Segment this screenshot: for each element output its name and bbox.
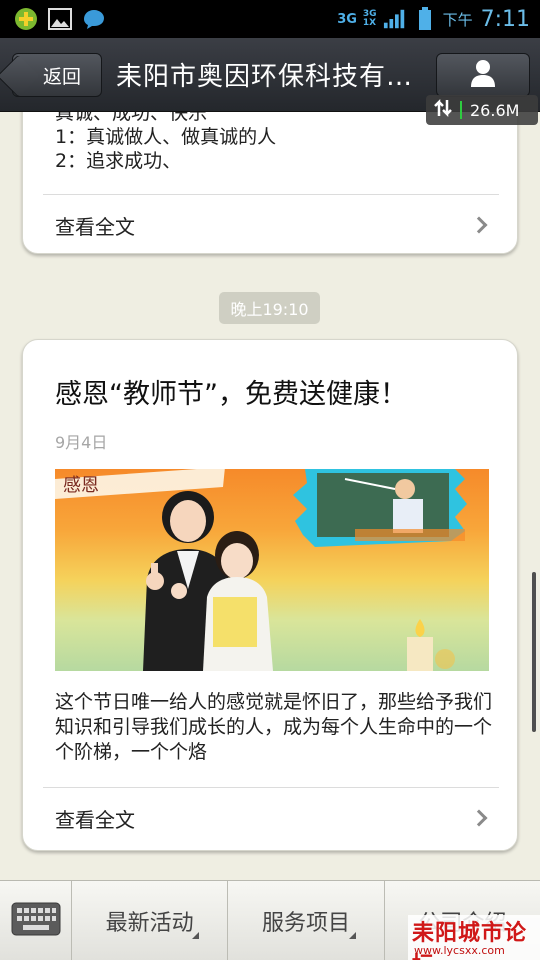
back-button-label: 返回 [42, 65, 81, 88]
status-bar: 3G 3G 1X 下午 7:11 [0, 0, 540, 38]
chevron-right-icon [470, 216, 488, 234]
read-more-row[interactable]: 查看全文 [43, 195, 499, 255]
menu-services[interactable]: 服务项目 [228, 881, 385, 960]
gallery-icon [48, 7, 72, 31]
person-icon [470, 59, 496, 91]
watermark-logo: 耒阳城市论坛 www.lycsxx.com [408, 915, 540, 960]
watermark-url: www.lycsxx.com [414, 944, 505, 957]
add-icon [14, 7, 38, 31]
read-more-row[interactable]: 查看全文 [43, 788, 499, 848]
article-cover-image[interactable]: 感恩 [55, 469, 489, 671]
keyboard-toggle-button[interactable] [0, 881, 72, 960]
read-more-label: 查看全文 [55, 214, 135, 239]
keyboard-icon [11, 902, 61, 940]
clock: 7:11 [480, 6, 530, 32]
message-timestamp: 晚上19:10 [219, 292, 320, 324]
battery-icon [413, 7, 437, 31]
article-date: 9月4日 [55, 433, 108, 452]
signal-icon [383, 7, 407, 31]
submenu-indicator-icon [348, 932, 356, 939]
sync-arrows-icon [434, 98, 452, 122]
back-button[interactable]: 返回 [12, 53, 102, 97]
network-3g-indicator: 3G [337, 11, 357, 27]
network-3g-1x-indicator: 3G 1X [362, 9, 377, 28]
message-list[interactable]: 真诚、成功、快乐 1：真诚做人、做真诚的人 2：追求成功、 查看全文 晚上19:… [0, 112, 540, 880]
article-excerpt: 真诚、成功、快乐 1：真诚做人、做真诚的人 2：追求成功、 [55, 112, 277, 172]
traffic-bar [460, 101, 462, 119]
article-card[interactable]: 真诚、成功、快乐 1：真诚做人、做真诚的人 2：追求成功、 查看全文 [22, 112, 518, 254]
data-traffic-overlay: 26.6M [426, 95, 538, 125]
menu-latest-activities[interactable]: 最新活动 [72, 881, 229, 960]
submenu-indicator-icon [192, 932, 200, 939]
read-more-label: 查看全文 [55, 807, 135, 832]
profile-button[interactable] [436, 53, 530, 97]
menu-label: 最新活动 [105, 911, 194, 936]
article-title: 感恩“教师节”，免费送健康！ [55, 379, 407, 410]
chat-bubble-icon [82, 7, 106, 31]
page-title: 耒阳市奥因环保科技有限公司 [116, 62, 430, 92]
article-summary: 这个节日唯一给人的感觉就是怀旧了，那些给予我们知识和引导我们成长的人，成为每个人… [55, 691, 493, 763]
traffic-value: 26.6M [470, 100, 520, 120]
article-card[interactable]: 感恩“教师节”，免费送健康！ 9月4日 感恩 这个节日唯一给人的感觉就是怀旧了，… [22, 339, 518, 851]
menu-label: 服务项目 [261, 911, 350, 936]
chevron-right-icon [470, 809, 488, 827]
time-period: 下午 [442, 10, 473, 29]
scrollbar-thumb[interactable] [532, 572, 536, 732]
banner-text: 感恩 [63, 475, 99, 496]
